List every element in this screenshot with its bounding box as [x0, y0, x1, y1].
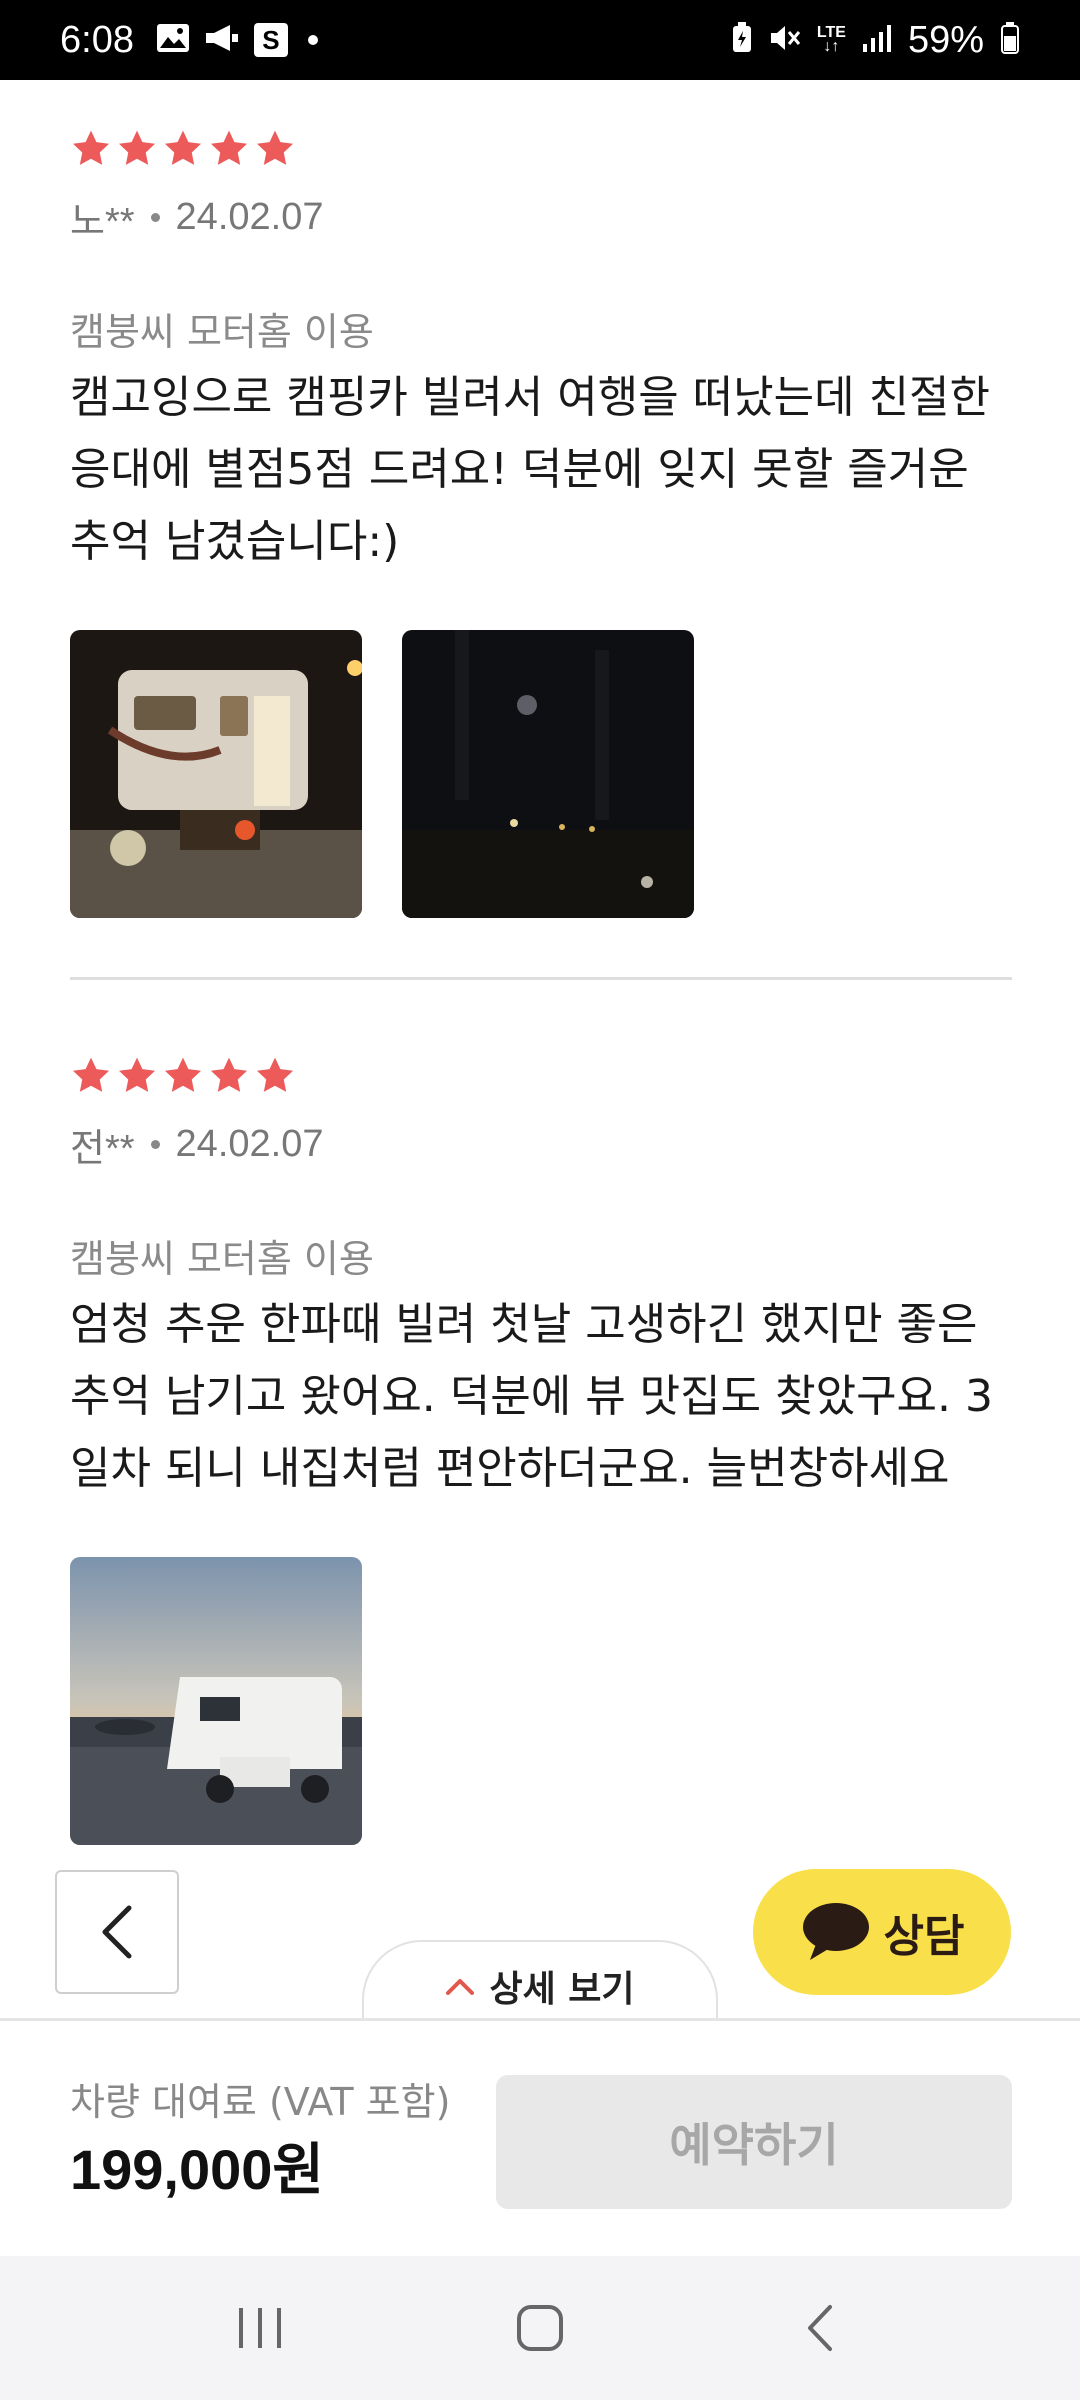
review-date: 24.02.07 — [175, 1123, 324, 1165]
mute-icon — [769, 23, 801, 57]
status-bar: 6:08 S LTE ↓↑ 59% — [0, 0, 1080, 80]
review-product: 캠붕씨 모터홈 이용 — [70, 310, 374, 354]
review-author: 노** — [70, 201, 135, 243]
lte-icon: LTE ↓↑ — [816, 24, 846, 55]
star-rating — [70, 128, 1010, 172]
megaphone-icon — [204, 23, 240, 57]
view-details-label: 상세 보기 — [489, 1969, 635, 2010]
star-icon — [118, 130, 156, 165]
system-navigation-bar — [0, 2256, 1080, 2400]
review-product: 캠붕씨 모터홈 이용 — [70, 1237, 374, 1281]
review-text: 엄청 추운 한파때 빌려 첫날 고생하긴 했지만 좋은추억 남기고 왔어요. 덕… — [70, 1299, 993, 1494]
review-divider — [70, 977, 1012, 980]
system-icons: LTE ↓↑ 59% — [731, 19, 1020, 62]
star-icon — [256, 130, 294, 165]
review-date: 24.02.07 — [175, 196, 324, 238]
recent-apps-button[interactable] — [225, 2293, 295, 2363]
review-text: 캠고잉으로 캠핑카 빌려서 여행을 떠났는데 친절한 응대에 별점5점 드려요!… — [70, 372, 991, 567]
battery-icon — [1000, 22, 1020, 58]
star-icon — [164, 1057, 202, 1092]
night-field-photo[interactable] — [402, 630, 694, 918]
chevron-left-icon — [102, 1905, 132, 1959]
reserve-button[interactable]: 예약하기 — [496, 2075, 1012, 2209]
review-meta: 노** 24.02.07 — [70, 190, 1010, 245]
gallery-icon — [156, 23, 190, 57]
recent-apps-icon — [239, 2308, 281, 2348]
home-icon — [517, 2305, 563, 2351]
camper-night-photo[interactable] — [70, 630, 362, 918]
chevron-up-icon — [446, 1979, 475, 1995]
home-button[interactable] — [505, 2293, 575, 2363]
star-rating — [70, 1055, 1010, 1099]
star-icon — [118, 1057, 156, 1092]
back-button[interactable] — [55, 1870, 179, 1994]
review-photos — [70, 630, 1010, 918]
review-meta: 전** 24.02.07 — [70, 1117, 1010, 1172]
chat-bubble-icon — [802, 1903, 869, 1960]
star-icon — [72, 130, 110, 165]
star-icon — [256, 1057, 294, 1092]
battery-percent: 59% — [907, 18, 984, 61]
booking-bar: 차량 대여료 (VAT 포함) 199,000원 예약하기 — [0, 2018, 1080, 2256]
meta-separator — [150, 1140, 160, 1149]
review-card: 전** 24.02.07 캠붕씨 모터홈 이용 엄청 추운 한파때 빌려 첫날 … — [70, 1055, 1010, 1845]
price-caption: 차량 대여료 (VAT 포함) — [70, 2080, 451, 2124]
review-card: 노** 24.02.07 캠붕씨 모터홈 이용 캠고잉으로 캠핑카 빌려서 여행… — [70, 128, 1010, 918]
star-icon — [210, 130, 248, 165]
more-notifications-dot — [307, 35, 318, 45]
star-icon — [72, 1057, 110, 1092]
back-arrow-icon — [808, 2305, 832, 2351]
s-app-icon: S — [253, 23, 288, 57]
motorhome-sunset-photo[interactable] — [70, 1557, 362, 1845]
network-type: LTE — [816, 24, 846, 41]
meta-separator — [150, 213, 160, 222]
star-icon — [164, 130, 202, 165]
consult-label: 상담 — [883, 1911, 965, 1962]
view-details-tab[interactable]: 상세 보기 — [362, 1940, 718, 2020]
price-value: 199,000원 — [70, 2138, 324, 2201]
status-time: 6:08 — [60, 18, 134, 61]
star-icon — [210, 1057, 248, 1092]
review-photos — [70, 1557, 1010, 1845]
system-back-button[interactable] — [785, 2293, 855, 2363]
signal-icon — [862, 24, 892, 56]
battery-saver-icon — [731, 22, 753, 58]
notification-icons: S — [156, 23, 318, 57]
review-author: 전** — [70, 1128, 135, 1170]
consult-chat-button[interactable]: 상담 — [753, 1869, 1011, 1995]
